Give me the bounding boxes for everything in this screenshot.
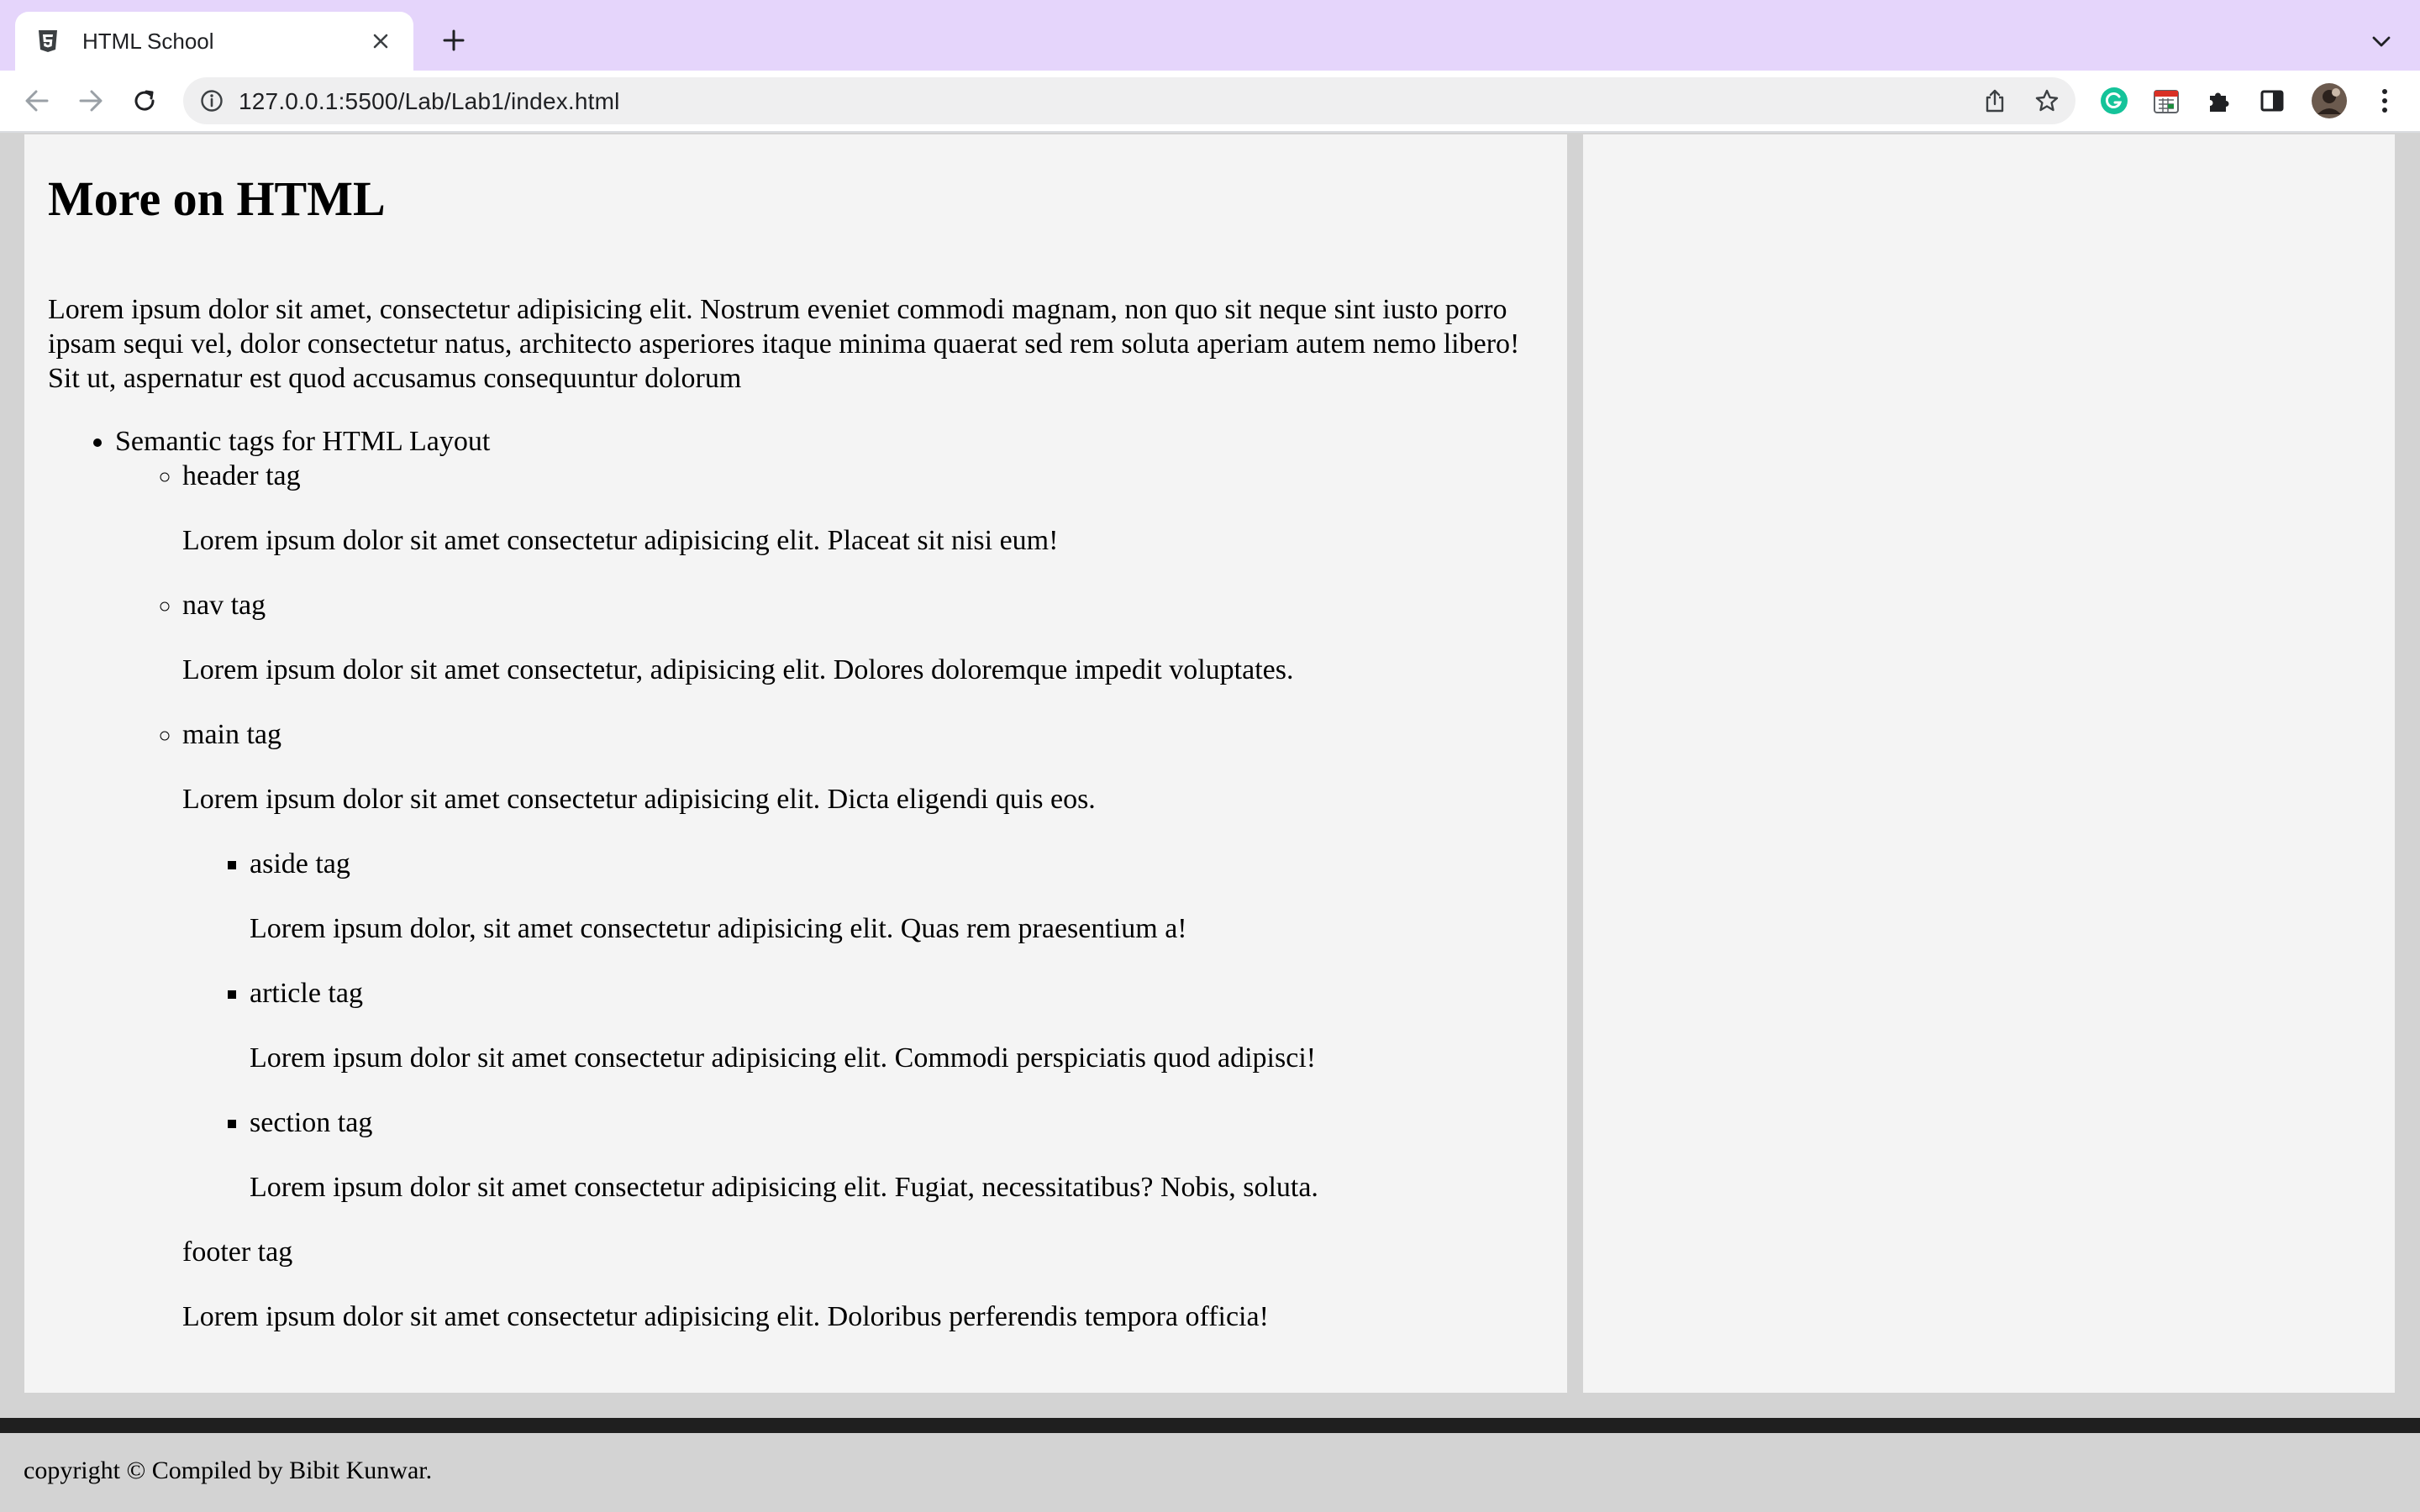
item-description: Lorem ipsum dolor sit amet consectetur a… xyxy=(250,1171,1318,1203)
list-item: section tag Lorem ipsum dolor sit amet c… xyxy=(250,1105,1544,1205)
address-bar[interactable]: 127.0.0.1:5500/Lab/Lab1/index.html xyxy=(183,77,2075,124)
grammarly-icon[interactable] xyxy=(2099,86,2129,116)
item-label: article tag xyxy=(250,977,363,1009)
copyright-text: copyright © Compiled by Bibit Kunwar. xyxy=(24,1457,433,1484)
tab-title: HTML School xyxy=(82,28,214,54)
item-description: Lorem ipsum dolor sit amet consectetur a… xyxy=(182,783,1096,815)
back-arrow-icon xyxy=(25,90,49,112)
calendar-icon[interactable] xyxy=(2151,86,2181,116)
plus-icon xyxy=(443,29,465,51)
list-item: main tag Lorem ipsum dolor sit amet cons… xyxy=(182,717,1544,1334)
tab-search-button[interactable] xyxy=(2366,27,2396,57)
item-description: Lorem ipsum dolor, sit amet consectetur … xyxy=(250,912,1187,944)
url-text[interactable]: 127.0.0.1:5500/Lab/Lab1/index.html xyxy=(239,88,620,115)
item-label: nav tag xyxy=(182,589,266,621)
star-icon[interactable] xyxy=(2033,87,2060,114)
html5-icon xyxy=(35,29,60,54)
reload-icon xyxy=(134,90,155,111)
list-heading: Semantic tags for HTML Layout xyxy=(115,425,491,457)
item-description: Lorem ipsum dolor sit amet consectetur a… xyxy=(182,524,1059,556)
forward-button[interactable] xyxy=(72,82,109,119)
close-icon[interactable] xyxy=(368,29,393,54)
item-label: section tag xyxy=(250,1106,373,1138)
more-menu-icon[interactable] xyxy=(2370,86,2400,116)
item-description: Lorem ipsum dolor sit amet consectetur, … xyxy=(182,654,1294,685)
page-title: More on HTML xyxy=(48,171,386,226)
footer-divider xyxy=(0,1418,2420,1433)
avatar[interactable] xyxy=(2311,82,2348,119)
new-tab-button[interactable] xyxy=(437,24,471,57)
semantic-tags-list: Semantic tags for HTML Layout header tag… xyxy=(48,424,1544,1334)
info-icon[interactable] xyxy=(200,89,224,113)
tab-html-school[interactable]: HTML School xyxy=(15,12,413,71)
chevron-down-icon xyxy=(2372,36,2391,47)
intro-paragraph: Lorem ipsum dolor sit amet, consectetur … xyxy=(48,293,1520,394)
item-label: aside tag xyxy=(250,848,350,879)
back-button[interactable] xyxy=(18,82,55,119)
forward-arrow-icon xyxy=(79,90,103,112)
main-content: More on HTML Lorem ipsum dolor sit amet,… xyxy=(24,134,1567,1393)
tab-strip: HTML School xyxy=(0,0,2420,71)
nested-sub-list: aside tag Lorem ipsum dolor, sit amet co… xyxy=(182,847,1544,1205)
nested-list: header tag Lorem ipsum dolor sit amet co… xyxy=(115,459,1544,1334)
list-item: header tag Lorem ipsum dolor sit amet co… xyxy=(182,459,1544,558)
item-label: header tag xyxy=(182,459,301,491)
puzzle-icon[interactable] xyxy=(2205,86,2235,116)
side-panel-icon[interactable] xyxy=(2257,86,2287,116)
footer-tag-description: Lorem ipsum dolor sit amet consectetur a… xyxy=(182,1300,1269,1332)
list-item: Semantic tags for HTML Layout header tag… xyxy=(115,424,1544,1334)
browser-toolbar: 127.0.0.1:5500/Lab/Lab1/index.html xyxy=(0,71,2420,133)
item-description: Lorem ipsum dolor sit amet consectetur a… xyxy=(250,1042,1317,1074)
list-item: article tag Lorem ipsum dolor sit amet c… xyxy=(250,976,1544,1075)
list-item: aside tag Lorem ipsum dolor, sit amet co… xyxy=(250,847,1544,946)
item-label: main tag xyxy=(182,718,282,750)
reload-button[interactable] xyxy=(126,82,163,119)
footer-tag-label: footer tag xyxy=(182,1236,293,1268)
share-icon[interactable] xyxy=(1981,87,2008,114)
aside-panel xyxy=(1583,134,2395,1393)
list-item: nav tag Lorem ipsum dolor sit amet conse… xyxy=(182,588,1544,687)
